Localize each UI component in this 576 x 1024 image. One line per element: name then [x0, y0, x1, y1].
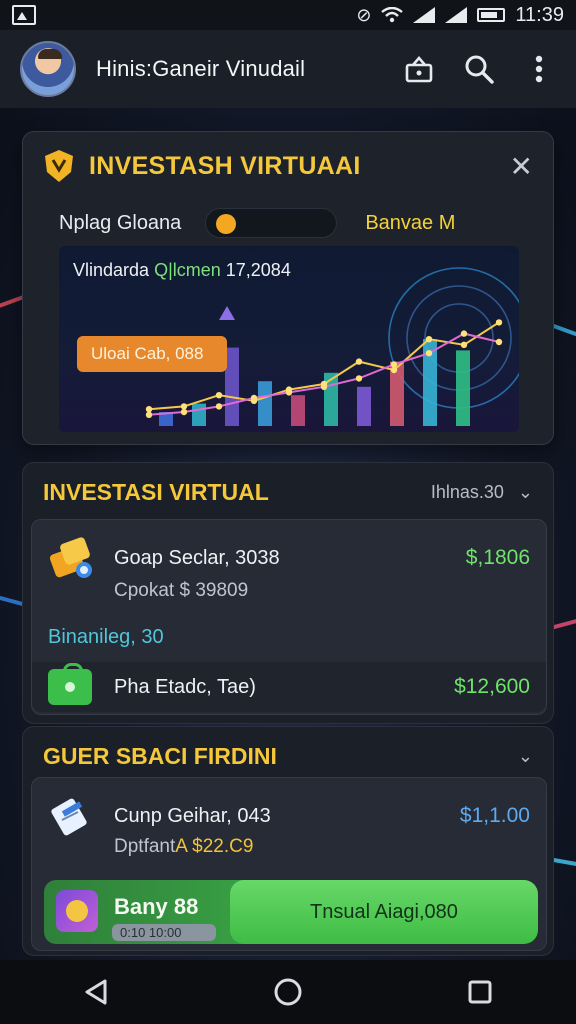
- gem-icon: [56, 890, 98, 932]
- radar-ring: [388, 267, 519, 409]
- chart-point: [180, 408, 188, 416]
- chart-point: [355, 358, 363, 365]
- section-meta: Ihlnas.30: [430, 482, 504, 502]
- chart-point: [460, 330, 468, 337]
- toggle-label: Nplag Gloana: [59, 211, 182, 234]
- chart-point: [145, 406, 153, 413]
- app-title: Hinis:Ganeir Vinudail: [96, 56, 306, 81]
- item-subtext-highlight: A $22.C9: [175, 836, 254, 857]
- section-title: GUER SBACI FIRDINI: [43, 743, 277, 769]
- chart-bar: [225, 347, 239, 426]
- item-subtext: Cpokat $ 39809: [114, 580, 249, 601]
- guer-item[interactable]: Cunp Geihar, 043 $1,1.00 Dptfant A $22.C…: [31, 777, 547, 951]
- app-header: Hinis:Ganeir Vinudail: [0, 30, 576, 108]
- more-button[interactable]: [522, 52, 556, 86]
- chevron-down-icon[interactable]: ⌄: [518, 482, 533, 503]
- chart-point: [390, 361, 398, 368]
- section-title: INVESTASI VIRTUAL: [43, 479, 269, 505]
- sub-item-label: Pha Etadc, Tae): [114, 675, 256, 698]
- navigation-bar: [0, 960, 576, 1024]
- chart-point: [215, 403, 223, 410]
- chart-point: [460, 341, 468, 348]
- chart-bar: [258, 381, 272, 426]
- search-button[interactable]: [462, 52, 496, 86]
- chart-caption-highlight: Q|lcmen: [154, 260, 221, 280]
- chart-caption-suffix: 17,2084: [220, 260, 291, 280]
- investasi-section: INVESTASI VIRTUAL Ihlnas.30 ⌄ Goap Secla…: [22, 462, 554, 724]
- chart-caption: Vlindarda Q|lcmen 17,2084: [73, 260, 291, 281]
- coins-icon: [49, 537, 92, 578]
- item-name: Cunp Geihar, 043: [114, 804, 271, 827]
- chart-point: [355, 375, 363, 382]
- item-name: Goap Seclar, 3038: [114, 546, 280, 569]
- chart-caption-prefix: Vlindarda: [73, 260, 155, 280]
- search-icon: [465, 55, 494, 84]
- signal-icon-2: [445, 7, 468, 23]
- invest-button[interactable]: Tnsual Aiagi,080: [230, 880, 538, 944]
- wifi-icon: [381, 7, 404, 23]
- chart-point: [180, 403, 188, 410]
- gallery-icon: [12, 5, 36, 25]
- sub-item-row[interactable]: Pha Etadc, Tae) $12,600: [32, 662, 546, 712]
- chart-point: [390, 366, 398, 374]
- chart-arrow: [219, 306, 235, 320]
- item-note: Binanileg, 30: [48, 626, 164, 648]
- cta-row: Bany 88 0:10 10:00 Tnsual Aiagi,080: [44, 880, 538, 944]
- bag-icon: [48, 663, 92, 705]
- card-title: INVESTASH VIRTUAAI: [89, 151, 361, 180]
- chart-point: [215, 392, 223, 399]
- store-icon: [405, 56, 433, 83]
- close-icon[interactable]: ✕: [510, 150, 533, 183]
- chart-bar: [192, 403, 206, 426]
- recents-icon: [468, 980, 492, 1004]
- home-button[interactable]: [270, 974, 306, 1010]
- signal-icon: [413, 7, 436, 23]
- chart-point: [285, 389, 293, 396]
- ticket-icon: [51, 798, 87, 836]
- item-amount: $1,1.00: [459, 804, 530, 827]
- chevron-down-icon[interactable]: ⌄: [518, 746, 533, 767]
- chart-chip[interactable]: Uloai Cab, 088: [77, 336, 227, 372]
- item-amount: $,1806: [465, 546, 530, 569]
- investment-card: INVESTASH VIRTUAAI ✕ Nplag Gloana Banvae…: [22, 131, 554, 445]
- chart-point: [425, 336, 433, 343]
- chart-point: [425, 350, 433, 357]
- home-icon: [274, 978, 302, 1006]
- bonus-timer: 0:10 10:00: [112, 924, 216, 941]
- guer-section: GUER SBACI FIRDINI ⌄ Cunp Geihar, 043 $1…: [22, 726, 554, 956]
- battery-icon: [477, 8, 506, 22]
- item-subtext: Dptfant: [114, 836, 176, 857]
- chart-bar: [357, 386, 371, 426]
- chart-point: [145, 411, 153, 418]
- shield-icon: [45, 150, 73, 182]
- toggle-switch[interactable]: [205, 208, 338, 238]
- nfc-off-icon: ⊘: [356, 4, 372, 25]
- bonus-label: Bany 88: [114, 894, 199, 919]
- recents-button[interactable]: [462, 974, 498, 1010]
- chart-point: [320, 383, 328, 390]
- chart-bar: [291, 395, 305, 426]
- avatar[interactable]: [20, 41, 76, 97]
- chart-bar: [456, 350, 470, 426]
- chart-point: [495, 319, 503, 326]
- chart-point: [250, 394, 258, 402]
- investment-item[interactable]: Goap Seclar, 3038 $,1806 Cpokat $ 39809 …: [31, 519, 547, 715]
- more-vertical-icon: [535, 55, 543, 83]
- sub-item-amount: $12,600: [454, 675, 530, 698]
- back-icon: [85, 979, 107, 1005]
- clock: 11:39: [515, 3, 564, 26]
- shop-button[interactable]: [402, 52, 436, 86]
- back-button[interactable]: [78, 974, 114, 1010]
- toggle-value: Banvae M: [365, 211, 456, 234]
- chart-point: [495, 338, 503, 346]
- chart-bar: [324, 372, 338, 426]
- status-bar: ⊘ 11:39: [0, 0, 576, 30]
- chart-panel: Vlindarda Q|lcmen 17,2084 Uloai Cab, 088: [59, 246, 519, 432]
